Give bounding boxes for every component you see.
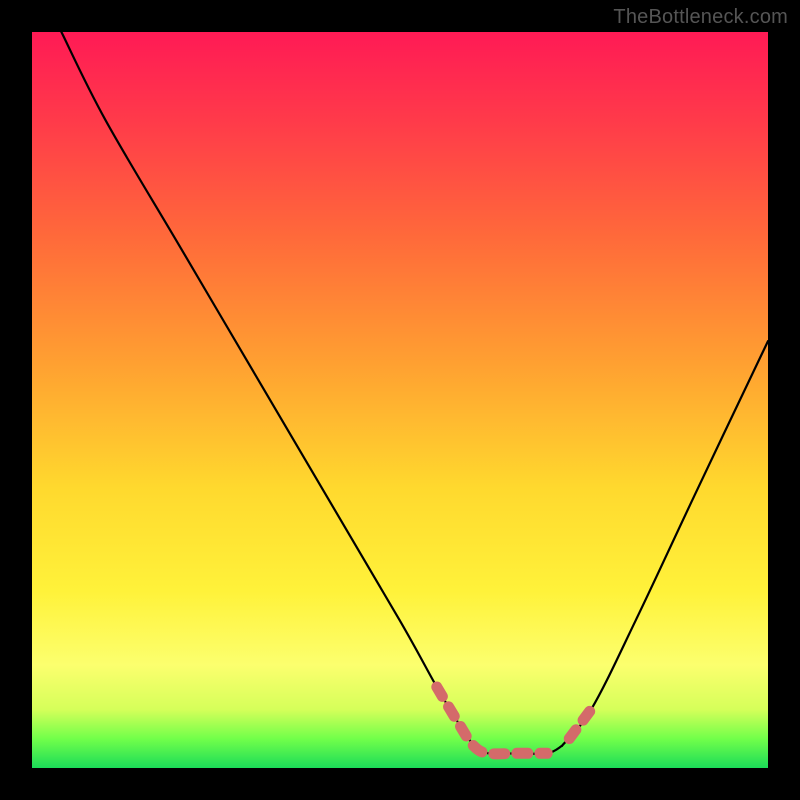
chart-frame: TheBottleneck.com — [0, 0, 800, 800]
watermark: TheBottleneck.com — [613, 6, 788, 29]
plot-area — [32, 32, 768, 768]
dash-segment-left — [437, 687, 547, 754]
chart-svg — [32, 32, 768, 768]
dash-segment-right — [569, 709, 591, 738]
curve-left-branch — [61, 32, 473, 746]
curve-right-branch — [562, 341, 768, 746]
